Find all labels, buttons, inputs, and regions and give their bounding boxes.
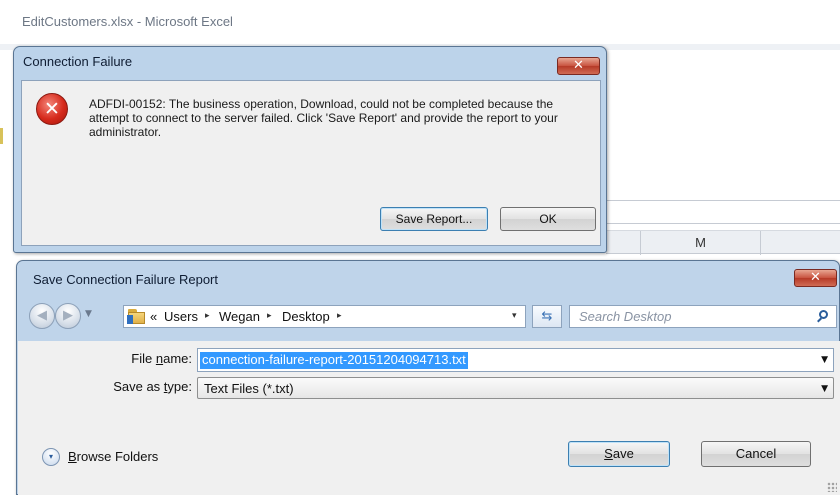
- breadcrumb-separator-icon[interactable]: ▸: [337, 311, 342, 321]
- address-dropdown-icon[interactable]: ▾: [512, 311, 517, 321]
- breadcrumb-separator-icon[interactable]: ▸: [205, 311, 210, 321]
- close-button[interactable]: ✕: [794, 269, 837, 287]
- chevron-down-icon[interactable]: ▼: [821, 384, 828, 394]
- file-name-field[interactable]: connection-failure-report-20151204094713…: [197, 348, 834, 372]
- save-button[interactable]: Save: [568, 441, 670, 467]
- excel-window-title: EditCustomers.xlsx - Microsoft Excel: [22, 14, 233, 29]
- breadcrumb-wegan[interactable]: Wegan: [219, 309, 260, 324]
- search-icon[interactable]: [817, 309, 831, 323]
- dialog-title: Connection Failure: [23, 54, 133, 69]
- save-report-dialog: Save Connection Failure Report ✕ ◀ ▶ ▼ «…: [16, 260, 840, 495]
- breadcrumb-desktop[interactable]: Desktop: [282, 309, 330, 324]
- cancel-button[interactable]: Cancel: [701, 441, 811, 467]
- save-report-button[interactable]: Save Report...: [380, 207, 488, 231]
- breadcrumb-overflow[interactable]: «: [150, 309, 157, 324]
- refresh-icon[interactable]: ⇆: [532, 305, 562, 328]
- address-bar[interactable]: « Users ▸ Wegan ▸ Desktop ▸ ▾: [123, 305, 526, 328]
- ok-button[interactable]: OK: [500, 207, 596, 231]
- file-name-label: File name:: [131, 351, 192, 366]
- dialog-body: File name: connection-failure-report-201…: [18, 341, 840, 495]
- expand-chevron-icon[interactable]: ▾: [42, 448, 60, 466]
- breadcrumb-users[interactable]: Users: [164, 309, 198, 324]
- save-as-type-value: Text Files (*.txt): [204, 381, 294, 396]
- navigation-bar: ◀ ▶ ▼ « Users ▸ Wegan ▸ Desktop ▸ ▾ ⇆ Se…: [25, 301, 837, 331]
- chevron-down-icon[interactable]: ▼: [821, 355, 828, 365]
- error-icon: ✕: [36, 93, 68, 125]
- recent-pages-dropdown-icon[interactable]: ▼: [85, 309, 92, 319]
- excel-column-header-m[interactable]: M: [640, 231, 760, 255]
- excel-column-headers: M: [606, 230, 840, 255]
- breadcrumb-separator-icon[interactable]: ▸: [267, 311, 272, 321]
- resize-grip-icon[interactable]: [827, 482, 837, 492]
- folder-icon: [127, 309, 145, 324]
- dialog-body: ✕ ADFDI-00152: The business operation, D…: [21, 80, 601, 246]
- save-as-type-select[interactable]: Text Files (*.txt) ▼: [197, 377, 834, 399]
- excel-column-header-next[interactable]: [760, 231, 840, 255]
- excel-row-marker: [0, 128, 3, 144]
- excel-formula-bar[interactable]: [606, 200, 840, 224]
- search-placeholder: Search Desktop: [579, 309, 672, 324]
- browse-folders-label[interactable]: Browse Folders: [68, 449, 158, 464]
- forward-arrow-icon[interactable]: ▶: [55, 303, 81, 329]
- back-arrow-icon[interactable]: ◀: [29, 303, 55, 329]
- save-as-type-label: Save as type:: [113, 379, 192, 394]
- connection-failure-dialog: Connection Failure ✕ ✕ ADFDI-00152: The …: [13, 46, 607, 253]
- error-message: ADFDI-00152: The business operation, Dow…: [89, 97, 558, 139]
- close-button[interactable]: ✕: [557, 57, 600, 75]
- dialog-title: Save Connection Failure Report: [33, 272, 218, 287]
- file-name-value[interactable]: connection-failure-report-20151204094713…: [200, 352, 468, 369]
- search-input[interactable]: Search Desktop: [569, 305, 837, 328]
